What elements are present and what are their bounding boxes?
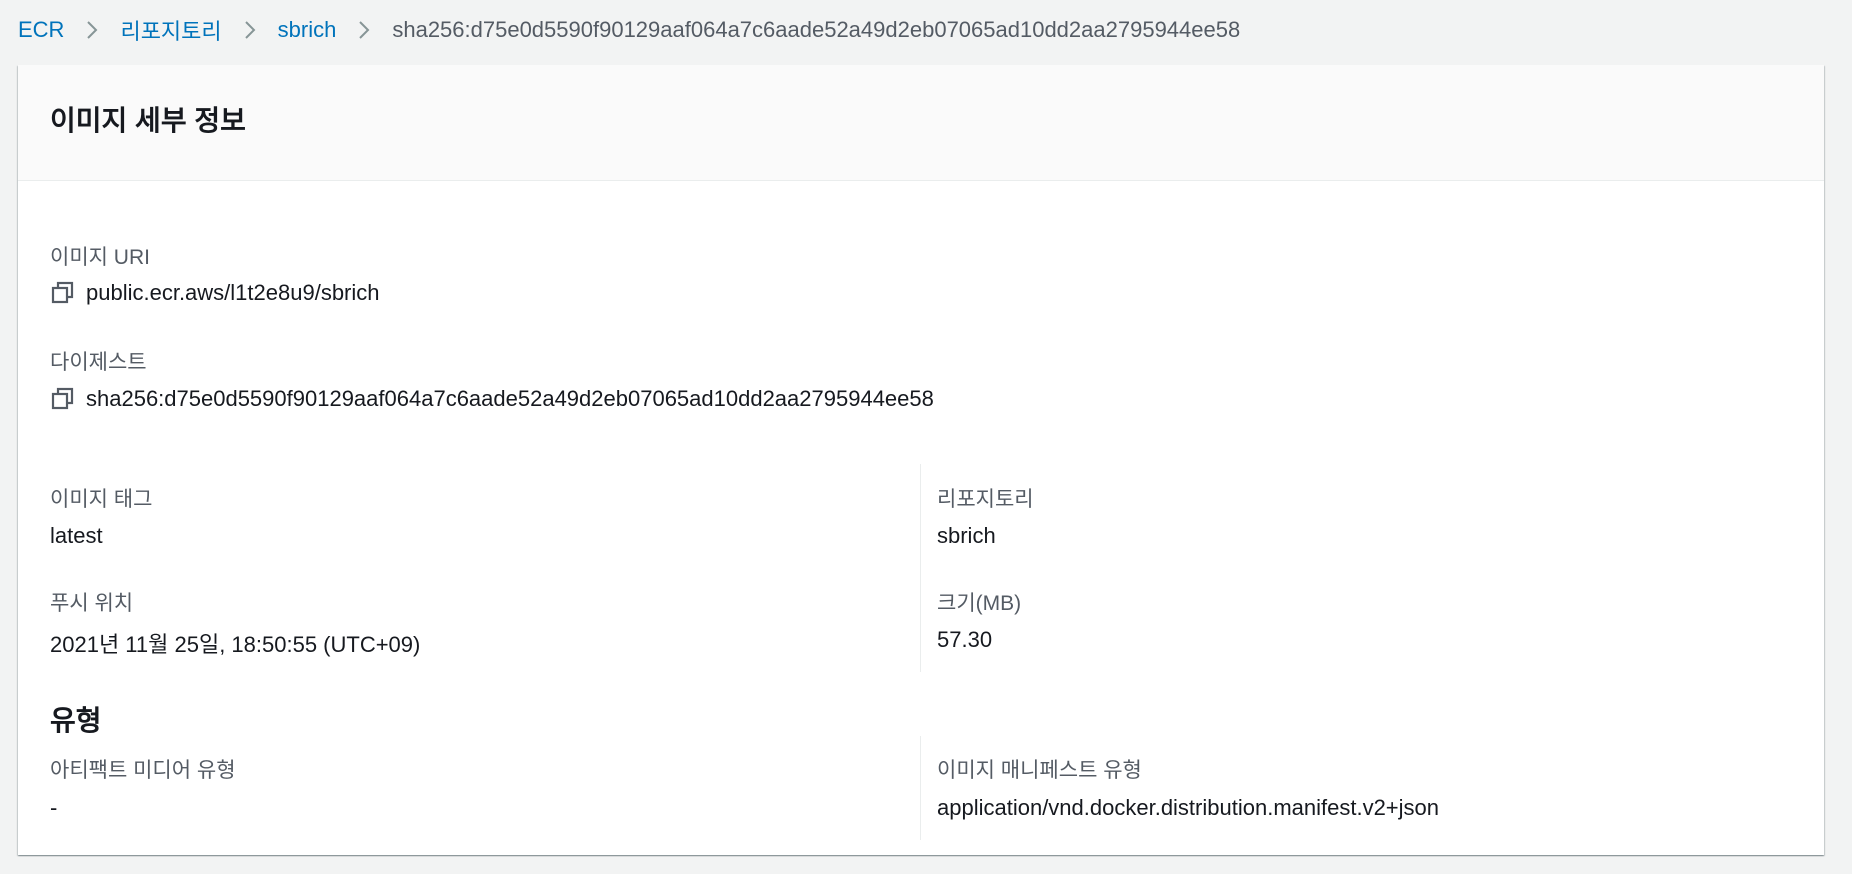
digest-value: sha256:d75e0d5590f90129aaf064a7c6aade52a…	[86, 386, 934, 411]
digest-row: sha256:d75e0d5590f90129aaf064a7c6aade52a…	[38, 386, 934, 412]
repository-value: sbrich	[937, 523, 996, 548]
artifact-media-type-value: -	[50, 795, 58, 820]
pushed-at-label: 푸시 위치	[50, 592, 134, 615]
image-uri-value: public.ecr.aws/l1t2e8u9/sbrich	[86, 280, 380, 305]
breadcrumb-repository-link[interactable]: sbrich	[278, 17, 337, 43]
breadcrumb-ecr-link[interactable]: ECR	[18, 17, 64, 43]
image-tag-value: latest	[50, 523, 103, 548]
size-value: 57.30	[937, 627, 993, 652]
manifest-type-value: application/vnd.docker.distribution.mani…	[937, 795, 1440, 820]
breadcrumb-repositories-link[interactable]: 리포지토리	[120, 14, 221, 46]
column-divider	[920, 464, 921, 672]
image-uri-label: 이미지 URI	[50, 246, 150, 269]
repository-label: 리포지토리	[937, 488, 1034, 511]
pushed-at-value: 2021년 11월 25일, 18:50:55 (UTC+09)	[50, 632, 421, 657]
image-details-panel: 이미지 세부 정보 이미지 URI public.ecr.aws/l1t2e8u…	[18, 65, 1824, 855]
panel-title: 이미지 세부 정보	[50, 104, 246, 136]
type-section-title: 유형	[50, 705, 102, 736]
artifact-media-type-label: 아티팩트 미디어 유형	[50, 759, 236, 782]
chevron-right-icon	[358, 20, 370, 40]
image-tag-label: 이미지 태그	[50, 488, 153, 511]
column-divider	[920, 736, 921, 840]
image-uri-row: public.ecr.aws/l1t2e8u9/sbrich	[38, 280, 380, 306]
digest-label: 다이제스트	[50, 351, 147, 374]
manifest-type-label: 이미지 매니페스트 유형	[937, 759, 1142, 782]
breadcrumb-current: sha256:d75e0d5590f90129aaf064a7c6aade52a…	[392, 17, 1241, 42]
chevron-right-icon	[86, 20, 98, 40]
size-label: 크기(MB)	[937, 592, 1022, 615]
panel-header: 이미지 세부 정보	[18, 65, 1824, 181]
copy-icon[interactable]	[50, 280, 76, 306]
breadcrumb: ECR 리포지토리 sbrich sha256:d75e0d5590f90129…	[18, 0, 1240, 60]
copy-icon[interactable]	[50, 386, 76, 412]
chevron-right-icon	[244, 20, 256, 40]
